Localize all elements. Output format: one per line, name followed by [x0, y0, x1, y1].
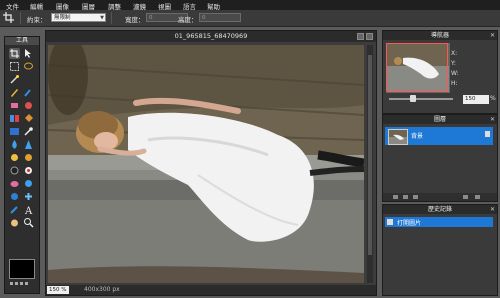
smudge-icon[interactable] — [23, 100, 34, 111]
w-label: W: — [451, 70, 459, 77]
canvas-image[interactable] — [48, 45, 364, 283]
chevron-down-icon: ▼ — [100, 15, 104, 21]
vertical-scrollbar[interactable] — [367, 45, 373, 283]
layer-row[interactable]: 背景 — [385, 127, 493, 145]
sponge-icon[interactable] — [9, 152, 20, 163]
brush-icon[interactable] — [23, 87, 34, 98]
navigator-view-rect[interactable] — [386, 43, 448, 91]
new-layer-icon[interactable] — [463, 195, 468, 199]
layers-panel: 圖層 ✕ 背景 — [382, 114, 498, 202]
navigator-panel: 導航器 ✕ X: Y: W: H: 150 % — [382, 30, 498, 114]
swatch-dot[interactable] — [20, 282, 23, 285]
burn-icon[interactable] — [9, 165, 20, 176]
zoom-icon[interactable] — [23, 217, 34, 228]
pinch-icon[interactable] — [9, 191, 20, 202]
history-item[interactable]: 打開圖片 — [385, 217, 493, 227]
swatch-dot[interactable] — [10, 282, 13, 285]
crop-tool-icon[interactable] — [3, 12, 14, 23]
document-titlebar: 01_965815_68470969 — [46, 31, 376, 42]
constraint-select[interactable]: 無限制 ▼ — [51, 13, 106, 22]
history-header: 歷史記錄 ✕ — [383, 205, 497, 214]
color-swatch-row — [9, 280, 33, 290]
navigator-info: X: Y: W: H: — [451, 49, 459, 89]
height-input[interactable]: 0 — [199, 13, 241, 22]
h-label: H: — [451, 80, 458, 87]
toolbox-title: 工具 — [5, 37, 39, 45]
new-folder-icon[interactable] — [413, 195, 418, 199]
lock-icon — [485, 131, 490, 137]
swatch-dot[interactable] — [25, 282, 28, 285]
divider — [111, 12, 112, 24]
gradient-icon[interactable] — [9, 126, 20, 137]
pen-icon[interactable] — [9, 204, 20, 215]
foreground-color-swatch[interactable] — [9, 259, 35, 279]
layers-title: 圖層 — [433, 116, 446, 123]
document-window: 01_965815_68470969 150 % 400x300 px — [45, 30, 377, 296]
navigator-header: 導航器 ✕ — [383, 31, 497, 40]
close-icon[interactable]: ✕ — [490, 115, 495, 124]
layer-name: 背景 — [411, 133, 424, 140]
maximize-icon[interactable] — [357, 33, 364, 40]
document-statusbar: 150 % 400x300 px — [46, 285, 376, 295]
swatch-dot[interactable] — [15, 282, 18, 285]
tool-options-bar: 約束： 無限制 ▼ 寬度： 0 高度： 0 — [0, 10, 500, 27]
close-icon[interactable]: ✕ — [490, 31, 495, 40]
zoom-unit: % — [490, 95, 496, 102]
text-tool-icon[interactable]: A — [23, 204, 34, 215]
history-item-label: 打開圖片 — [397, 220, 422, 227]
delete-layer-icon[interactable] — [475, 195, 480, 199]
svg-text:A: A — [24, 206, 33, 215]
zoom-input[interactable]: 150 % — [47, 286, 69, 294]
divider — [20, 12, 21, 24]
constraint-label: 約束： — [27, 16, 47, 24]
magic-wand-icon[interactable] — [9, 74, 20, 85]
move-icon[interactable] — [23, 48, 34, 59]
layer-style-icon[interactable] — [403, 195, 408, 199]
lasso-icon[interactable] — [23, 61, 34, 72]
close-icon[interactable] — [366, 33, 373, 40]
history-panel: 歷史記錄 ✕ 打開圖片 — [382, 204, 498, 296]
open-image-icon — [387, 219, 393, 225]
navigator-zoom-value: 150 — [465, 96, 476, 102]
pencil-icon[interactable] — [9, 87, 20, 98]
close-icon[interactable]: ✕ — [490, 205, 495, 214]
x-label: X: — [451, 50, 458, 57]
height-label: 高度： — [178, 16, 198, 24]
navigator-zoom-input[interactable]: 150 — [463, 95, 489, 104]
eraser-icon[interactable] — [9, 100, 20, 111]
red-eye-icon[interactable] — [23, 165, 34, 176]
paint-bucket-icon[interactable] — [23, 113, 34, 124]
sharpen-icon[interactable] — [23, 139, 34, 150]
color-picker-icon[interactable] — [23, 126, 34, 137]
toolbox-panel: 工具 A — [4, 36, 40, 294]
layers-toolbar — [383, 193, 497, 201]
constraint-value: 無限制 — [54, 15, 71, 21]
spot-heal-icon[interactable] — [23, 191, 34, 202]
dodge-icon[interactable] — [23, 152, 34, 163]
replace-color-icon[interactable] — [9, 113, 20, 124]
zoom-slider-handle[interactable] — [410, 95, 416, 102]
blur-icon[interactable] — [9, 139, 20, 150]
width-label: 寬度： — [125, 16, 145, 24]
clone-stamp-icon[interactable] — [9, 178, 20, 189]
layer-thumbnail — [388, 129, 408, 145]
history-title: 歷史記錄 — [427, 206, 452, 213]
marquee-icon[interactable] — [9, 61, 20, 72]
menu-bar: 文件 編輯 圖像 圖層 調整 濾鏡 視圖 語言 幫助 — [0, 0, 500, 11]
scrollbar-thumb[interactable] — [368, 55, 372, 255]
link-layers-icon[interactable] — [393, 195, 398, 199]
zoom-slider-track[interactable] — [389, 98, 453, 100]
document-title: 01_965815_68470969 — [174, 32, 248, 40]
crop-icon[interactable] — [9, 48, 20, 59]
hand-icon[interactable] — [9, 217, 20, 228]
layers-header: 圖層 ✕ — [383, 115, 497, 124]
image-size-label: 400x300 px — [84, 286, 120, 293]
navigator-title: 導航器 — [430, 32, 449, 39]
bloat-icon[interactable] — [23, 178, 34, 189]
y-label: Y: — [451, 60, 456, 67]
